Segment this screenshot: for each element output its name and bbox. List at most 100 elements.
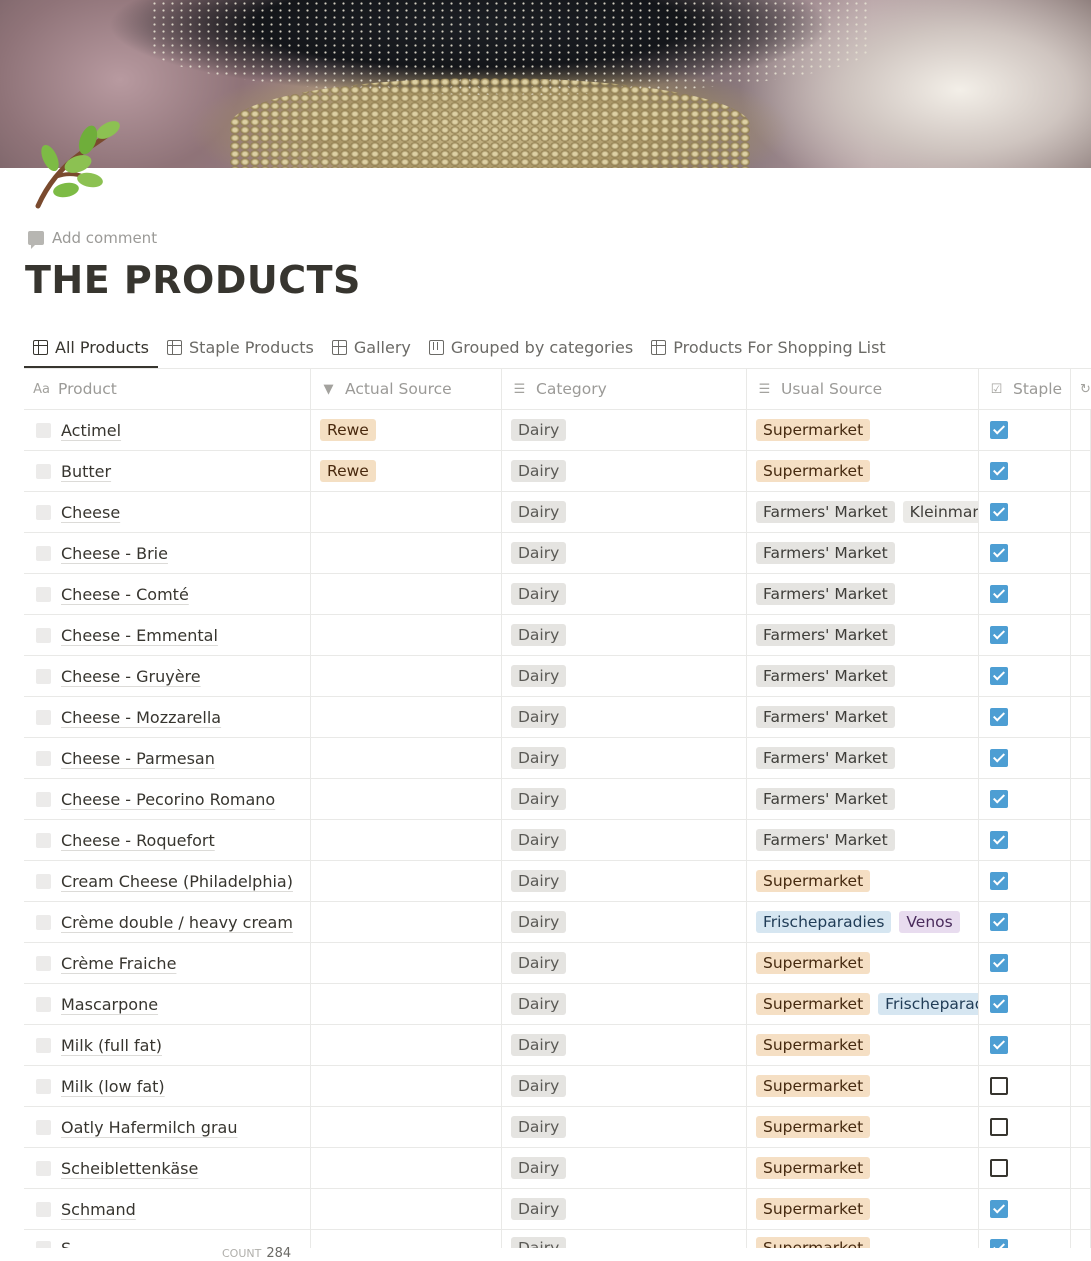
staple-cell[interactable]	[979, 738, 1071, 778]
product-cell[interactable]: Actimel	[24, 410, 311, 450]
usual-source-cell[interactable]: Farmers' Market	[747, 779, 979, 819]
usual-source-cell[interactable]: Farmers' Market Kleinmarkt	[747, 492, 979, 532]
staple-cell[interactable]	[979, 533, 1071, 573]
staple-cell[interactable]	[979, 1230, 1071, 1248]
product-name-link[interactable]: Cheese - Roquefort	[61, 831, 215, 850]
actual-source-cell[interactable]	[311, 1107, 502, 1147]
staple-checkbox-checked[interactable]	[990, 913, 1008, 931]
usual-source-cell[interactable]: Supermarket	[747, 861, 979, 901]
staple-checkbox-checked[interactable]	[990, 708, 1008, 726]
tab-grouped-by-categories[interactable]: Grouped by categories	[420, 328, 642, 367]
staple-cell[interactable]	[979, 451, 1071, 491]
category-cell[interactable]: Dairy	[502, 492, 747, 532]
usual-source-cell[interactable]: Supermarket	[747, 1066, 979, 1106]
product-cell[interactable]: Cheese - Pecorino Romano	[24, 779, 311, 819]
actual-source-cell[interactable]	[311, 492, 502, 532]
tab-staple-products[interactable]: Staple Products	[158, 328, 323, 367]
product-name-link[interactable]: Cheese - Comté	[61, 585, 189, 604]
product-name-link[interactable]: Milk (low fat)	[61, 1077, 165, 1096]
table-row[interactable]: Cheese - Comté Dairy Farmers' Market	[24, 574, 1091, 615]
column-header-staple[interactable]: ☑ Staple	[979, 369, 1071, 409]
actual-source-cell[interactable]	[311, 779, 502, 819]
staple-checkbox-unchecked[interactable]	[990, 1118, 1008, 1136]
actual-source-cell[interactable]	[311, 574, 502, 614]
staple-checkbox-checked[interactable]	[990, 667, 1008, 685]
category-cell[interactable]: Dairy	[502, 697, 747, 737]
category-cell[interactable]: Dairy	[502, 943, 747, 983]
staple-cell[interactable]	[979, 861, 1071, 901]
category-cell[interactable]: Dairy	[502, 1189, 747, 1229]
category-cell[interactable]: Dairy	[502, 451, 747, 491]
staple-cell[interactable]	[979, 492, 1071, 532]
herb-branch-icon[interactable]	[28, 118, 123, 213]
table-row[interactable]: Cheese - Gruyère Dairy Farmers' Market	[24, 656, 1091, 697]
actual-source-cell[interactable]	[311, 943, 502, 983]
product-name-link[interactable]: S	[61, 1239, 71, 1249]
category-cell[interactable]: Dairy	[502, 861, 747, 901]
column-header-usual-source[interactable]: ☰ Usual Source	[747, 369, 979, 409]
staple-checkbox-checked[interactable]	[990, 544, 1008, 562]
product-cell[interactable]: Oatly Hafermilch grau	[24, 1107, 311, 1147]
usual-source-cell[interactable]: Farmers' Market	[747, 533, 979, 573]
product-name-link[interactable]: Milk (full fat)	[61, 1036, 162, 1055]
category-cell[interactable]: Dairy	[502, 984, 747, 1024]
product-cell[interactable]: Milk (low fat)	[24, 1066, 311, 1106]
category-cell[interactable]: Dairy	[502, 1107, 747, 1147]
product-cell[interactable]: Cheese - Brie	[24, 533, 311, 573]
staple-cell[interactable]	[979, 574, 1071, 614]
tab-products-for-shopping-list[interactable]: Products For Shopping List	[642, 328, 894, 367]
staple-checkbox-checked[interactable]	[990, 462, 1008, 480]
product-cell[interactable]: Cream Cheese (Philadelphia)	[24, 861, 311, 901]
usual-source-cell[interactable]: Frischeparadies Venos	[747, 902, 979, 942]
product-cell[interactable]: Schmand	[24, 1189, 311, 1229]
usual-source-cell[interactable]: Supermarket	[747, 1107, 979, 1147]
product-name-link[interactable]: Cheese - Pecorino Romano	[61, 790, 275, 809]
product-cell[interactable]: Cheese - Parmesan	[24, 738, 311, 778]
product-cell[interactable]: Cheese	[24, 492, 311, 532]
product-name-link[interactable]: Oatly Hafermilch grau	[61, 1118, 237, 1137]
table-row[interactable]: S Dairy Supermarket	[24, 1230, 1091, 1248]
staple-checkbox-checked[interactable]	[990, 749, 1008, 767]
staple-cell[interactable]	[979, 615, 1071, 655]
staple-cell[interactable]	[979, 779, 1071, 819]
table-row[interactable]: Cheese Dairy Farmers' Market Kleinmarkt	[24, 492, 1091, 533]
actual-source-cell[interactable]	[311, 1148, 502, 1188]
actual-source-cell[interactable]: Rewe	[311, 451, 502, 491]
staple-checkbox-checked[interactable]	[990, 585, 1008, 603]
table-row[interactable]: Cheese - Pecorino Romano Dairy Farmers' Ma…	[24, 779, 1091, 820]
product-name-link[interactable]: Crème double / heavy cream	[61, 913, 293, 932]
tab-all-products[interactable]: All Products	[24, 328, 159, 368]
actual-source-cell[interactable]	[311, 902, 502, 942]
staple-checkbox-checked[interactable]	[990, 626, 1008, 644]
staple-checkbox-unchecked[interactable]	[990, 1159, 1008, 1177]
table-row[interactable]: Mascarpone Dairy Supermarket Frischeparadie…	[24, 984, 1091, 1025]
category-cell[interactable]: Dairy	[502, 738, 747, 778]
category-cell[interactable]: Dairy	[502, 615, 747, 655]
product-name-link[interactable]: Actimel	[61, 421, 121, 440]
staple-checkbox-checked[interactable]	[990, 954, 1008, 972]
staple-cell[interactable]	[979, 410, 1071, 450]
product-name-link[interactable]: Schmand	[61, 1200, 136, 1219]
category-cell[interactable]: Dairy	[502, 574, 747, 614]
staple-cell[interactable]	[979, 1066, 1071, 1106]
product-name-link[interactable]: Butter	[61, 462, 111, 481]
usual-source-cell[interactable]: Farmers' Market	[747, 738, 979, 778]
column-header-actual-source[interactable]: ▼ Actual Source	[311, 369, 502, 409]
usual-source-cell[interactable]: Supermarket	[747, 1189, 979, 1229]
category-cell[interactable]: Dairy	[502, 779, 747, 819]
actual-source-cell[interactable]	[311, 1189, 502, 1229]
staple-cell[interactable]	[979, 1107, 1071, 1147]
tab-gallery[interactable]: Gallery	[323, 328, 420, 367]
staple-checkbox-checked[interactable]	[990, 995, 1008, 1013]
category-cell[interactable]: Dairy	[502, 1230, 747, 1248]
table-row[interactable]: Schmand Dairy Supermarket	[24, 1189, 1091, 1230]
table-row[interactable]: Crème Fraiche Dairy Supermarket	[24, 943, 1091, 984]
usual-source-cell[interactable]: Supermarket	[747, 943, 979, 983]
table-row[interactable]: Butter Rewe Dairy Supermarket	[24, 451, 1091, 492]
table-row[interactable]: Cheese - Mozzarella Dairy Farmers' Market	[24, 697, 1091, 738]
product-name-link[interactable]: Cheese - Brie	[61, 544, 168, 563]
category-cell[interactable]: Dairy	[502, 902, 747, 942]
staple-checkbox-checked[interactable]	[990, 421, 1008, 439]
staple-checkbox-unchecked[interactable]	[990, 1077, 1008, 1095]
product-cell[interactable]: Cheese - Mozzarella	[24, 697, 311, 737]
